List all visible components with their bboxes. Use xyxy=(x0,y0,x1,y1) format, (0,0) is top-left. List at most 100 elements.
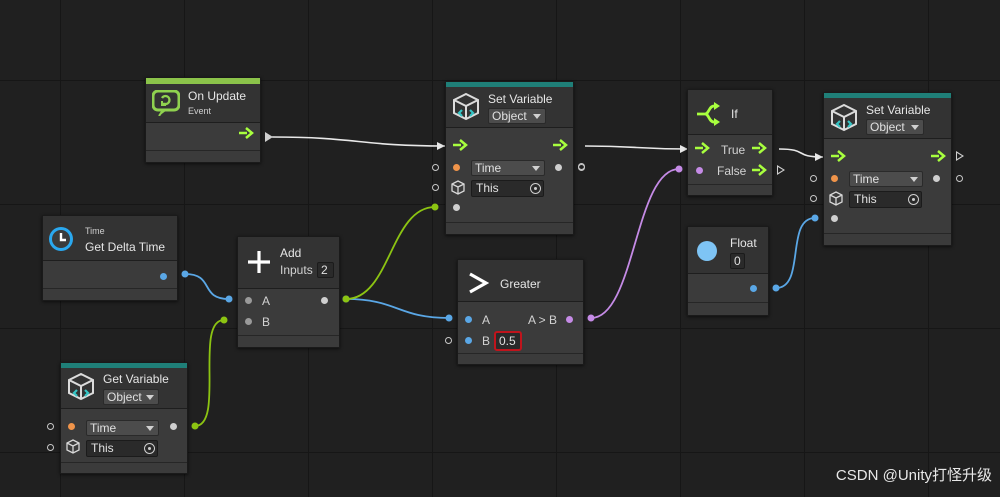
greater-output-port[interactable] xyxy=(566,316,573,323)
add-input-a-port[interactable] xyxy=(245,297,252,304)
b-input-port[interactable] xyxy=(445,337,452,344)
flow-wire-update-to-set-arrowhead xyxy=(437,142,445,150)
inputs-label: Inputs xyxy=(280,263,313,277)
clock-icon xyxy=(49,227,73,251)
float-circle-icon xyxy=(697,241,717,261)
time-wire-add-to-greater-start-dot xyxy=(342,295,350,303)
name-field-dot xyxy=(68,423,75,430)
variable-kind-dropdown[interactable]: Object xyxy=(103,389,159,405)
flow-input-arrow-icon[interactable] xyxy=(694,142,710,154)
greater-input-a-port[interactable] xyxy=(465,316,472,323)
variable-kind-dropdown[interactable]: Object xyxy=(866,119,924,135)
flow-output-arrow-icon[interactable] xyxy=(751,164,767,176)
node-subtitle: Event xyxy=(188,106,212,116)
flow-output-arrow-icon[interactable] xyxy=(552,139,568,151)
flow-wire-if-to-set-arrowhead xyxy=(815,153,823,161)
object-wire-add-to-set xyxy=(345,206,436,300)
get-variable-output-port[interactable] xyxy=(170,423,177,430)
float-value-field[interactable]: 0 xyxy=(730,253,745,269)
port-a-label: A xyxy=(482,313,491,327)
exit-flow-port[interactable] xyxy=(956,151,964,161)
inputs-count-field[interactable]: 2 xyxy=(317,262,334,278)
float-output-port[interactable] xyxy=(750,285,757,292)
condition-input-port[interactable] xyxy=(696,167,703,174)
bool-wire-greater-to-if xyxy=(590,168,680,319)
unit-bar xyxy=(61,363,187,368)
dropdown-value: Object xyxy=(870,120,905,134)
object-picker-icon[interactable] xyxy=(530,183,541,194)
greater-node[interactable]: Greater A A > B B 0.5 xyxy=(445,259,584,365)
plus-icon xyxy=(248,251,270,273)
name-field-dot xyxy=(453,164,460,171)
chevron-down-icon xyxy=(146,426,154,431)
unit-bar xyxy=(446,82,573,87)
dropdown-value: Time xyxy=(853,172,880,186)
time-wire-add-to-greater-end-dot xyxy=(445,314,453,322)
assigned-output-port[interactable] xyxy=(956,175,963,182)
variable-name-dropdown[interactable]: Time xyxy=(471,160,545,176)
graph-canvas[interactable]: On Update Event Time Get Delta Time Add … xyxy=(0,0,1000,497)
name-input-port[interactable] xyxy=(810,175,817,182)
on-update-loop-icon xyxy=(152,90,180,116)
variable-cube-icon xyxy=(453,92,479,121)
dropdown-value: Object xyxy=(492,109,527,123)
get-delta-time-node[interactable]: Time Get Delta Time xyxy=(42,215,178,301)
target-input-port[interactable] xyxy=(47,444,54,451)
dropdown-value: Time xyxy=(90,421,117,435)
object-picker-icon[interactable] xyxy=(144,443,155,454)
node-title: Greater xyxy=(500,277,541,291)
flow-wire-set-to-if xyxy=(584,145,689,150)
flow-output-arrow-icon[interactable] xyxy=(930,150,946,162)
delta-time-output-port[interactable] xyxy=(160,273,167,280)
true-label: True xyxy=(721,143,746,157)
object-picker-icon[interactable] xyxy=(908,194,919,205)
flow-output-arrow-icon[interactable] xyxy=(238,127,254,139)
name-field-dot xyxy=(831,175,838,182)
b-value-field[interactable]: 0.5 xyxy=(494,331,522,351)
variable-kind-dropdown[interactable]: Object xyxy=(488,108,546,124)
target-input-port[interactable] xyxy=(432,184,439,191)
field-value: This xyxy=(476,181,499,195)
float-wire-to-set-end-dot xyxy=(811,214,819,222)
set-variable-node[interactable]: Set Variable Object Time This xyxy=(810,92,964,246)
node-subtitle: Time xyxy=(85,226,105,236)
variable-name-dropdown[interactable]: Time xyxy=(86,420,159,436)
chevron-down-icon xyxy=(910,177,918,182)
variable-name-dropdown[interactable]: Time xyxy=(849,171,923,187)
set-variable-output-port[interactable] xyxy=(933,175,940,182)
add-node[interactable]: Add Inputs 2 A B xyxy=(237,236,340,348)
on-update-node[interactable]: On Update Event xyxy=(145,77,261,163)
target-input-port[interactable] xyxy=(810,195,817,202)
set-variable-node[interactable]: Set Variable Object Time This xyxy=(432,81,585,235)
node-title: On Update xyxy=(188,89,247,103)
name-input-port[interactable] xyxy=(432,164,439,171)
greater-than-icon xyxy=(469,272,489,294)
flow-input-arrow-icon[interactable] xyxy=(452,139,468,151)
flow-output-arrow-icon[interactable] xyxy=(751,142,767,154)
event-bar xyxy=(146,78,260,84)
gameobject-icon xyxy=(829,191,843,206)
false-flow-port[interactable] xyxy=(777,165,785,175)
on-update-flow-port[interactable] xyxy=(265,132,273,142)
object-wire-get-to-add-start-dot xyxy=(191,422,199,430)
value-input-port[interactable] xyxy=(453,204,460,211)
unit-bar xyxy=(824,93,951,98)
set-variable-output-port[interactable] xyxy=(555,164,562,171)
add-output-port[interactable] xyxy=(321,297,328,304)
branch-icon xyxy=(697,102,720,126)
add-input-b-port[interactable] xyxy=(245,318,252,325)
output-label: A > B xyxy=(528,313,558,327)
if-node[interactable]: If True False xyxy=(687,89,785,196)
time-wire-delta-to-add-end-dot xyxy=(225,295,233,303)
variable-cube-icon xyxy=(68,372,94,401)
set-variable-output-ring[interactable] xyxy=(578,163,585,170)
name-input-port[interactable] xyxy=(47,423,54,430)
get-variable-node[interactable]: Get Variable Object Time This xyxy=(47,362,188,474)
value-input-port[interactable] xyxy=(831,215,838,222)
object-wire-get-to-add xyxy=(194,319,225,427)
flow-input-arrow-icon[interactable] xyxy=(830,150,846,162)
port-b-label: B xyxy=(262,315,271,329)
float-node[interactable]: Float 0 xyxy=(687,226,769,316)
gameobject-icon xyxy=(451,180,465,195)
dropdown-value: Time xyxy=(475,161,502,175)
